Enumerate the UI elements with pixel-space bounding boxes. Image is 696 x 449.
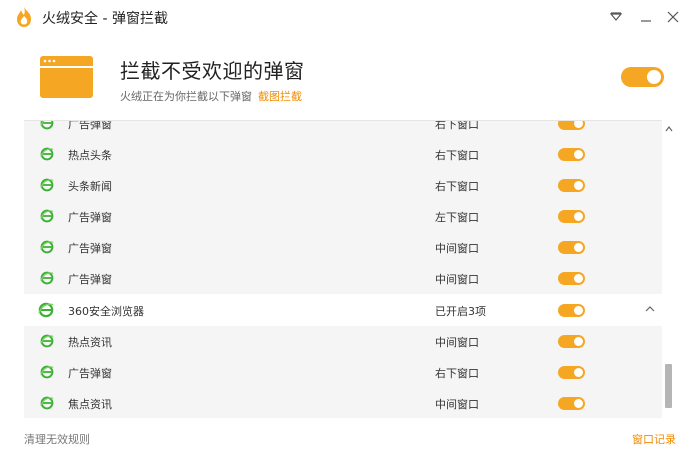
page-title: 拦截不受欢迎的弹窗 bbox=[120, 59, 305, 83]
close-icon bbox=[667, 11, 679, 23]
360-browser-icon bbox=[38, 302, 54, 318]
rule-name: 广告弹窗 bbox=[68, 242, 112, 255]
ie-browser-icon bbox=[40, 147, 54, 161]
rule-name: 广告弹窗 bbox=[68, 120, 112, 131]
rule-row: 头条新闻 右下窗口 bbox=[24, 170, 662, 201]
rule-toggle[interactable] bbox=[558, 335, 585, 348]
rule-name: 广告弹窗 bbox=[68, 273, 112, 286]
scroll-up-icon[interactable] bbox=[664, 124, 674, 134]
title-bar: 火绒安全 - 弹窗拦截 bbox=[0, 0, 696, 36]
browser-group-header[interactable]: 360安全浏览器 已开启3项 bbox=[24, 294, 662, 326]
rule-position: 右下窗口 bbox=[435, 120, 479, 131]
toggle-knob bbox=[574, 121, 583, 128]
page-subtitle: 火绒正在为你拦截以下弹窗 bbox=[120, 90, 252, 103]
rule-row: 广告弹窗 右下窗口 bbox=[24, 120, 662, 139]
rule-name: 热点资讯 bbox=[68, 336, 112, 349]
rule-row: 广告弹窗 左下窗口 bbox=[24, 201, 662, 232]
rule-name: 热点头条 bbox=[68, 149, 112, 162]
menu-button[interactable] bbox=[605, 6, 627, 28]
close-button[interactable] bbox=[662, 6, 684, 28]
group-status: 已开启3项 bbox=[435, 305, 486, 318]
rule-toggle[interactable] bbox=[558, 179, 585, 192]
toggle-knob bbox=[574, 368, 583, 377]
scrollbar-thumb[interactable] bbox=[665, 364, 672, 408]
toggle-knob bbox=[574, 181, 583, 190]
rule-toggle[interactable] bbox=[558, 121, 585, 130]
ie-browser-icon bbox=[40, 396, 54, 410]
rule-row: 热点头条 右下窗口 bbox=[24, 139, 662, 170]
rule-toggle[interactable] bbox=[558, 210, 585, 223]
list-content: 广告弹窗 右下窗口 热点头条 右下窗口 头条新闻 右下窗口 广告弹窗 左下窗口 广告弹窗 中间窗口… bbox=[24, 120, 662, 418]
huorong-logo-icon bbox=[17, 7, 31, 27]
rule-row: 广告弹窗 右下窗口 bbox=[24, 357, 662, 388]
toggle-knob bbox=[574, 243, 583, 252]
window-title: 火绒安全 - 弹窗拦截 bbox=[42, 11, 168, 27]
group-toggle[interactable] bbox=[558, 304, 585, 317]
rule-position: 右下窗口 bbox=[435, 180, 479, 193]
screenshot-block-link[interactable]: 截图拦截 bbox=[258, 88, 302, 104]
rule-position: 左下窗口 bbox=[435, 211, 479, 224]
ie-browser-icon bbox=[40, 271, 54, 285]
rule-row: 热点资讯 中间窗口 bbox=[24, 326, 662, 357]
header: 拦截不受欢迎的弹窗 火绒正在为你拦截以下弹窗 截图拦截 bbox=[0, 36, 696, 120]
chevron-up-icon[interactable] bbox=[644, 303, 656, 315]
window-history-link[interactable]: 窗口记录 bbox=[632, 431, 676, 447]
group-name: 360安全浏览器 bbox=[68, 305, 144, 318]
rule-toggle[interactable] bbox=[558, 148, 585, 161]
rule-row: 广告弹窗 中间窗口 bbox=[24, 232, 662, 263]
ie-browser-icon bbox=[40, 334, 54, 348]
ie-browser-icon bbox=[40, 365, 54, 379]
popup-window-icon bbox=[40, 56, 93, 98]
ie-browser-icon bbox=[40, 240, 54, 254]
toggle-knob bbox=[574, 274, 583, 283]
toggle-knob bbox=[574, 399, 583, 408]
rule-position: 中间窗口 bbox=[435, 336, 479, 349]
rule-position: 右下窗口 bbox=[435, 149, 479, 162]
toggle-knob bbox=[574, 212, 583, 221]
menu-triangle-icon bbox=[610, 12, 622, 21]
rule-position: 右下窗口 bbox=[435, 367, 479, 380]
rule-position: 中间窗口 bbox=[435, 242, 479, 255]
rule-row: 焦点资讯 中间窗口 bbox=[24, 388, 662, 418]
rule-name: 头条新闻 bbox=[68, 180, 112, 193]
minimize-button[interactable] bbox=[635, 6, 657, 28]
ie-browser-icon bbox=[40, 121, 54, 130]
rule-name: 广告弹窗 bbox=[68, 367, 112, 380]
toggle-knob bbox=[647, 70, 661, 84]
rule-toggle[interactable] bbox=[558, 241, 585, 254]
clear-invalid-rules-link[interactable]: 清理无效规则 bbox=[24, 431, 90, 447]
toggle-knob bbox=[574, 150, 583, 159]
toggle-knob bbox=[574, 306, 583, 315]
rule-position: 中间窗口 bbox=[435, 273, 479, 286]
rule-toggle[interactable] bbox=[558, 366, 585, 379]
rule-position: 中间窗口 bbox=[435, 398, 479, 411]
minimize-icon bbox=[641, 20, 651, 22]
rule-toggle[interactable] bbox=[558, 397, 585, 410]
rule-name: 焦点资讯 bbox=[68, 398, 112, 411]
master-toggle[interactable] bbox=[621, 67, 664, 87]
rule-row: 广告弹窗 中间窗口 bbox=[24, 263, 662, 294]
popup-rule-list[interactable]: 广告弹窗 右下窗口 热点头条 右下窗口 头条新闻 右下窗口 广告弹窗 左下窗口 广告弹窗 中间窗口… bbox=[24, 120, 662, 418]
toggle-knob bbox=[574, 337, 583, 346]
rule-name: 广告弹窗 bbox=[68, 211, 112, 224]
ie-browser-icon bbox=[40, 209, 54, 223]
rule-toggle[interactable] bbox=[558, 272, 585, 285]
scrollbar[interactable] bbox=[664, 138, 674, 408]
ie-browser-icon bbox=[40, 178, 54, 192]
